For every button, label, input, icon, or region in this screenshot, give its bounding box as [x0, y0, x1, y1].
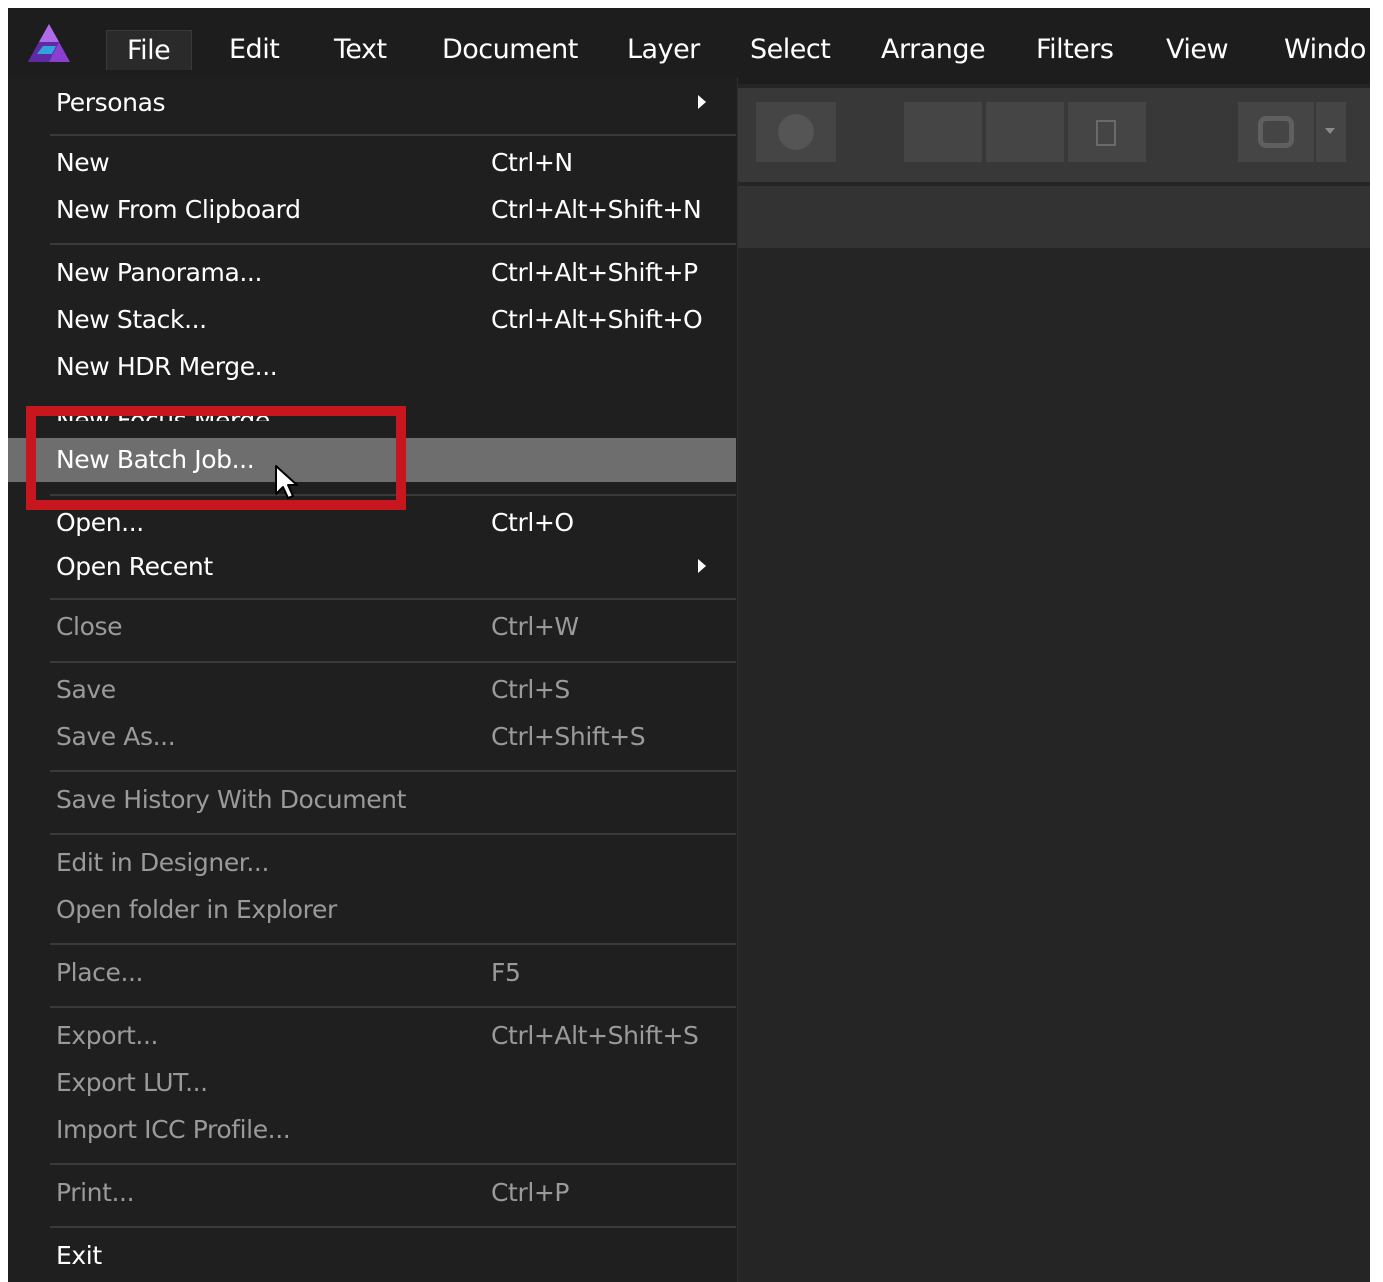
- menu-item-save[interactable]: Save Ctrl+S: [8, 668, 736, 712]
- menu-item-print[interactable]: Print... Ctrl+P: [8, 1171, 736, 1215]
- menu-separator: [50, 833, 736, 835]
- menu-select[interactable]: Select: [750, 30, 831, 70]
- application-window: File Edit Text Document Layer Select Arr…: [8, 8, 1370, 1282]
- file-menu-dropdown: Personas New Ctrl+N New From Clipboard C…: [8, 77, 738, 1282]
- chevron-down-icon: [1325, 128, 1335, 134]
- menu-document[interactable]: Document: [442, 30, 578, 70]
- menu-item-open-recent[interactable]: Open Recent: [8, 545, 736, 589]
- toolbar-dropdown[interactable]: [1316, 102, 1346, 162]
- menu-item-save-as[interactable]: Save As... Ctrl+Shift+S: [8, 715, 736, 759]
- menu-separator: [50, 1006, 736, 1008]
- toolbar-button-blank-2[interactable]: [986, 102, 1064, 162]
- menu-item-new-from-clipboard[interactable]: New From Clipboard Ctrl+Alt+Shift+N: [8, 188, 736, 232]
- menu-separator: [50, 1163, 736, 1165]
- circle-icon: [778, 114, 814, 150]
- menu-item-save-history[interactable]: Save History With Document: [8, 778, 736, 822]
- menu-item-open-folder[interactable]: Open folder in Explorer: [8, 888, 736, 932]
- menu-item-edit-in-designer[interactable]: Edit in Designer...: [8, 841, 736, 885]
- toolbar-button-blank-1[interactable]: [904, 102, 982, 162]
- menu-text[interactable]: Text: [334, 30, 387, 70]
- menu-item-new-panorama[interactable]: New Panorama... Ctrl+Alt+Shift+P: [8, 251, 736, 295]
- menu-bar: File Edit Text Document Layer Select Arr…: [8, 8, 1370, 84]
- annotation-highlight-box: [26, 406, 406, 510]
- menu-edit[interactable]: Edit: [229, 30, 280, 70]
- context-toolbar: [736, 186, 1370, 248]
- film-icon: [1096, 120, 1116, 146]
- chevron-right-icon: [698, 559, 706, 573]
- toolbar-button-mask[interactable]: [1238, 102, 1314, 162]
- affinity-photo-logo-icon[interactable]: [26, 22, 72, 66]
- menu-item-exit[interactable]: Exit: [8, 1234, 736, 1278]
- menu-item-export[interactable]: Export... Ctrl+Alt+Shift+S: [8, 1014, 736, 1058]
- menu-separator: [50, 134, 736, 136]
- menu-filters[interactable]: Filters: [1036, 30, 1114, 70]
- menu-item-export-lut[interactable]: Export LUT...: [8, 1061, 736, 1105]
- menu-separator: [50, 661, 736, 663]
- menu-layer[interactable]: Layer: [627, 30, 700, 70]
- menu-item-new-stack[interactable]: New Stack... Ctrl+Alt+Shift+O: [8, 298, 736, 342]
- menu-arrange[interactable]: Arrange: [881, 30, 986, 70]
- chevron-right-icon: [698, 95, 706, 109]
- toolbar-button-circle[interactable]: [756, 102, 836, 162]
- menu-view[interactable]: View: [1166, 30, 1229, 70]
- menu-item-import-icc-profile[interactable]: Import ICC Profile...: [8, 1108, 736, 1152]
- menu-separator: [50, 1226, 736, 1228]
- menu-item-new-hdr-merge[interactable]: New HDR Merge...: [8, 345, 736, 389]
- menu-separator: [50, 243, 736, 245]
- menu-file[interactable]: File: [106, 30, 192, 70]
- menu-separator: [50, 943, 736, 945]
- menu-separator: [50, 770, 736, 772]
- mouse-pointer-icon: [275, 465, 298, 499]
- menu-item-new[interactable]: New Ctrl+N: [8, 141, 736, 185]
- toolbar-button-film[interactable]: [1068, 102, 1146, 162]
- menu-item-personas[interactable]: Personas: [8, 81, 736, 125]
- menu-window[interactable]: Windo: [1284, 30, 1366, 70]
- menu-separator: [50, 598, 736, 600]
- toolbar: [736, 88, 1370, 182]
- mask-icon: [1258, 116, 1294, 148]
- menu-item-close[interactable]: Close Ctrl+W: [8, 605, 736, 649]
- menu-item-place[interactable]: Place... F5: [8, 951, 736, 995]
